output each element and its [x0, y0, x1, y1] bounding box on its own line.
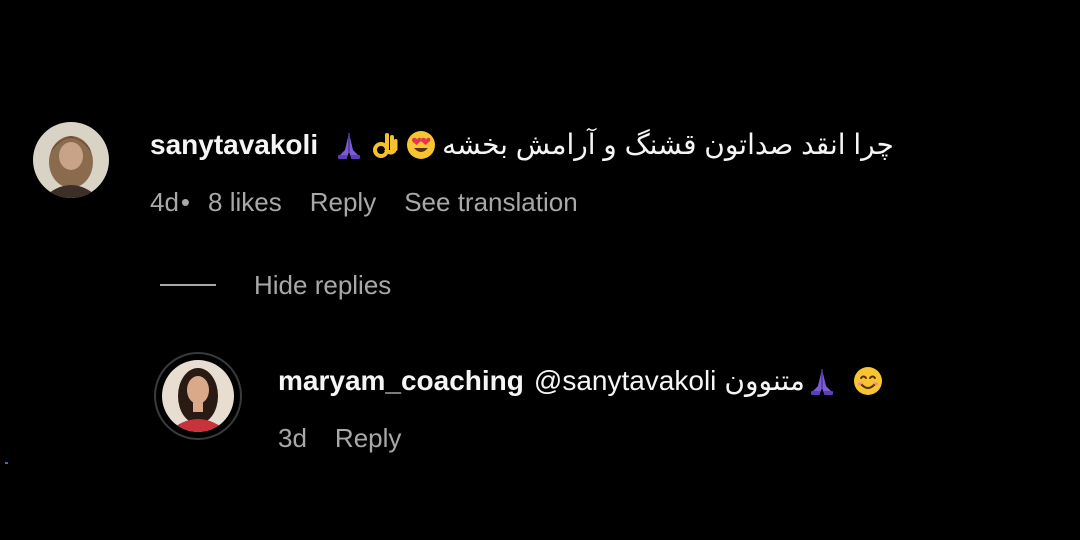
reply-age: 3d	[278, 423, 307, 453]
comment-likes[interactable]: 8 likes	[208, 186, 282, 218]
reply-mention[interactable]: @sanytavakoli	[534, 363, 717, 399]
comment-avatar[interactable]	[33, 122, 109, 198]
hide-replies-button[interactable]: Hide replies	[160, 269, 391, 301]
reply-username[interactable]: maryam_coaching	[278, 363, 524, 399]
heart-eyes-icon	[406, 130, 436, 160]
comment-text: چرا انقد صداتون قشنگ و آرامش بخشه	[442, 129, 894, 160]
avatar-photo-maryam-coaching	[162, 360, 234, 432]
replies-divider	[160, 284, 216, 286]
comment-body: sanytavakoli چرا انقد صداتون قشنگ و آرام…	[150, 127, 894, 163]
ok-hand-icon	[370, 130, 400, 160]
avatar-photo-sanytavakoli	[33, 122, 109, 198]
comment-age: 4d	[150, 187, 179, 217]
stray-pixel	[5, 462, 8, 464]
meta-separator: •	[180, 187, 191, 217]
comment-reply-button[interactable]: Reply	[310, 186, 376, 218]
reply-avatar[interactable]	[154, 352, 242, 440]
see-translation-button[interactable]: See translation	[404, 186, 577, 218]
reply-body: maryam_coaching @sanytavakoli متنوون	[278, 363, 883, 399]
folded-hands-icon	[334, 130, 364, 160]
folded-hands-icon	[807, 366, 837, 396]
comment-username[interactable]: sanytavakoli	[150, 127, 318, 163]
reply-meta: 3d Reply	[278, 422, 401, 454]
reply-reply-button[interactable]: Reply	[335, 422, 401, 454]
hide-replies-label: Hide replies	[254, 270, 392, 300]
reply-text: متنوون	[724, 365, 805, 396]
smiling-face-icon	[853, 366, 883, 396]
comment-meta: 4d • 8 likes Reply See translation	[150, 186, 578, 218]
